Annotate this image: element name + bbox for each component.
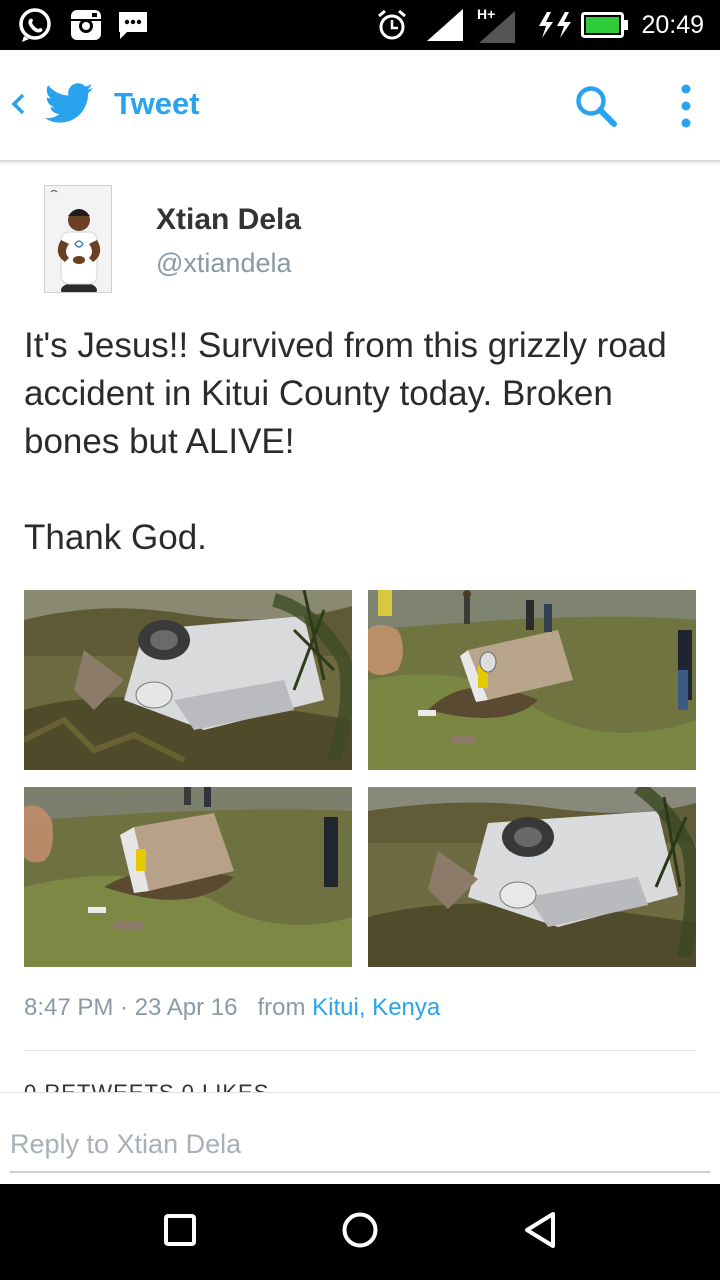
recent-apps-button[interactable] bbox=[140, 1202, 220, 1262]
status-bar: H+ 20:49 bbox=[0, 0, 720, 50]
charging-icon bbox=[534, 0, 576, 50]
more-vertical-icon bbox=[680, 83, 692, 134]
svg-text:H+: H+ bbox=[477, 6, 495, 22]
back-icon bbox=[521, 1211, 559, 1254]
status-time: 20:49 bbox=[641, 11, 704, 39]
author-handle[interactable]: @xtiandela bbox=[156, 248, 292, 279]
more-options-button[interactable] bbox=[664, 78, 708, 138]
tweet-photo[interactable] bbox=[24, 590, 352, 770]
app-bar: Tweet bbox=[0, 50, 720, 162]
tweet-text-paragraph: It's Jesus!! Survived from this grizzly … bbox=[24, 326, 667, 461]
search-button[interactable] bbox=[568, 80, 624, 136]
tweet-text-paragraph: Thank God. bbox=[24, 518, 207, 557]
tweet-photo[interactable] bbox=[24, 787, 352, 967]
home-icon bbox=[341, 1211, 379, 1254]
navigation-bar bbox=[0, 1184, 720, 1280]
alarm-icon bbox=[374, 0, 410, 50]
tweet-photo[interactable] bbox=[368, 590, 696, 770]
signal-icon bbox=[424, 0, 466, 50]
tweet-location-link[interactable]: Kitui, Kenya bbox=[312, 994, 440, 1021]
reply-bar bbox=[0, 1092, 720, 1184]
divider bbox=[24, 1050, 696, 1051]
tweet-timestamp: 8:47 PM · 23 Apr 16 bbox=[24, 994, 238, 1021]
avatar[interactable] bbox=[44, 185, 112, 293]
page-title: Tweet bbox=[114, 86, 200, 121]
home-button[interactable] bbox=[320, 1202, 400, 1262]
tweet-meta: 8:47 PM · 23 Apr 16 from Kitui, Kenya bbox=[24, 994, 440, 1022]
author-name[interactable]: Xtian Dela bbox=[156, 203, 301, 237]
tweet-text: It's Jesus!! Survived from this grizzly … bbox=[24, 322, 704, 562]
messaging-icon bbox=[114, 0, 152, 50]
back-nav-button[interactable] bbox=[500, 1202, 580, 1262]
signal-hplus-icon: H+ bbox=[474, 0, 518, 50]
twitter-bird-icon bbox=[44, 82, 94, 130]
battery-icon bbox=[580, 0, 630, 50]
reply-input[interactable] bbox=[10, 1117, 710, 1173]
back-chevron-icon bbox=[10, 90, 26, 123]
back-button[interactable] bbox=[0, 76, 104, 136]
search-icon bbox=[574, 84, 618, 133]
instagram-icon bbox=[66, 0, 106, 50]
tweet-from-label: from bbox=[257, 994, 306, 1021]
whatsapp-icon bbox=[14, 0, 56, 50]
recent-apps-icon bbox=[163, 1213, 197, 1252]
tweet-photo[interactable] bbox=[368, 787, 696, 967]
